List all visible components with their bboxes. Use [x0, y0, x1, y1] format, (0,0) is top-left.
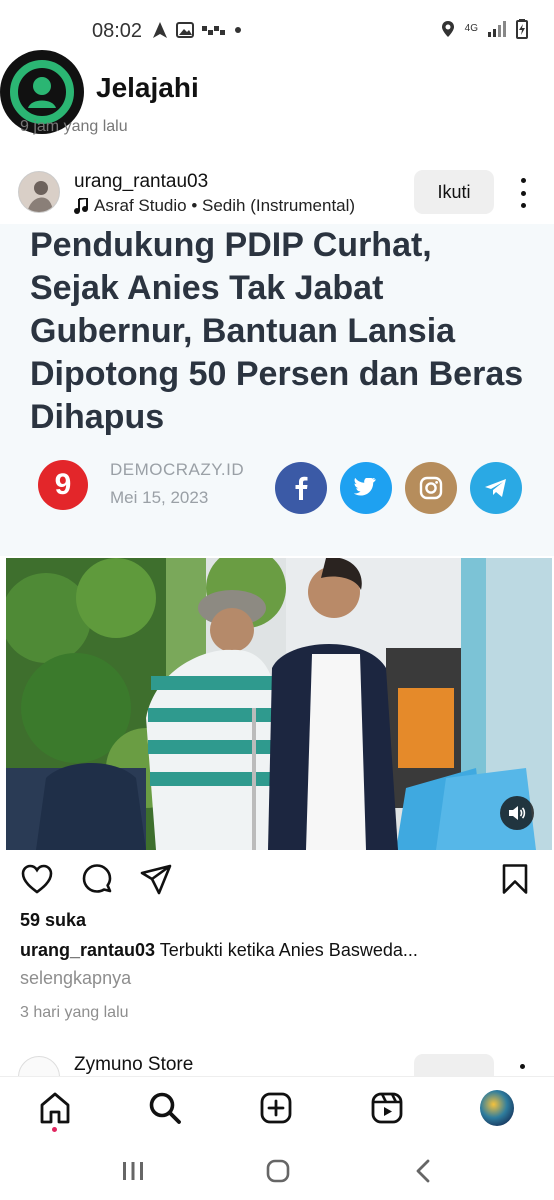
comment-icon[interactable] [80, 862, 114, 896]
bottom-tab-bar [0, 1076, 554, 1138]
article-headline: Pendukung PDIP Curhat, Sejak Anies Tak J… [30, 226, 524, 436]
tab-home[interactable] [38, 1091, 72, 1125]
notification-dot [52, 1127, 57, 1132]
next-post-username[interactable]: Zymuno Store [74, 1054, 193, 1076]
system-nav-bar [0, 1138, 554, 1200]
music-note-icon [74, 198, 88, 214]
avatar [480, 1090, 514, 1126]
instagram-icon [405, 462, 457, 514]
post-audio[interactable]: Asraf Studio • Sedih (Instrumental) [74, 196, 355, 216]
post-header: urang_rantau03 Asraf Studio • Sedih (Ins… [0, 160, 554, 222]
battery-icon [516, 19, 528, 39]
signal-icon [488, 21, 506, 37]
more-options-icon[interactable] [520, 1064, 525, 1069]
avatar-image [19, 172, 59, 212]
twitter-icon [340, 462, 392, 514]
post-caption: urang_rantau03 Terbukti ketika Anies Bas… [20, 940, 540, 961]
tab-search[interactable] [148, 1091, 182, 1125]
tab-profile[interactable] [480, 1090, 514, 1126]
image-icon [176, 22, 194, 38]
status-time: 08:02 [92, 20, 143, 42]
network-type-label: 4G [464, 23, 478, 34]
photo-image [6, 558, 552, 850]
tab-reels[interactable] [370, 1091, 404, 1125]
show-more-link[interactable]: selengkapnya [20, 968, 131, 989]
page-title: Jelajahi [96, 72, 199, 103]
caption-text: Terbukti ketika Anies Basweda... [155, 940, 418, 960]
caption-username[interactable]: urang_rantau03 [20, 940, 155, 960]
likes-count[interactable]: 59 suka [20, 910, 86, 931]
home-icon [40, 1092, 70, 1124]
article-screenshot: Pendukung PDIP Curhat, Sejak Anies Tak J… [0, 224, 554, 556]
publisher-logo: 9 [38, 460, 88, 510]
dots-pattern-icon [202, 26, 225, 35]
post-actions [0, 858, 554, 900]
next-post-header: Zymuno Store Ikuti [0, 1046, 554, 1076]
navigation-icon [153, 22, 167, 38]
location-icon [441, 21, 454, 37]
like-icon[interactable] [20, 862, 54, 896]
speaker-icon [509, 806, 526, 820]
post-username[interactable]: urang_rantau03 [74, 171, 208, 193]
home-nav-icon[interactable] [263, 1156, 293, 1186]
share-icon[interactable] [139, 862, 173, 896]
search-icon [149, 1092, 181, 1124]
post-media[interactable]: Pendukung PDIP Curhat, Sejak Anies Tak J… [0, 224, 554, 852]
article-date: Mei 15, 2023 [110, 488, 209, 507]
more-options-icon[interactable] [512, 178, 534, 208]
reels-icon [371, 1092, 403, 1124]
previous-post-time: 9 jam yang lalu [20, 118, 128, 135]
sound-toggle-button[interactable] [500, 796, 534, 830]
back-icon[interactable] [408, 1156, 438, 1186]
telegram-icon [470, 462, 522, 514]
avatar[interactable] [18, 171, 60, 213]
dot-icon [235, 27, 241, 33]
tab-create[interactable] [259, 1091, 293, 1125]
publisher-name: DEMOCRAZY.ID [110, 460, 245, 479]
plus-square-icon [260, 1092, 292, 1124]
recent-apps-icon[interactable] [118, 1156, 148, 1186]
post-photo [6, 558, 552, 850]
audio-label: Asraf Studio • Sedih (Instrumental) [94, 196, 356, 215]
follow-button[interactable]: Ikuti [414, 170, 494, 214]
bookmark-icon[interactable] [498, 862, 532, 896]
facebook-icon [275, 462, 327, 514]
follow-button[interactable]: Ikuti [414, 1054, 494, 1076]
avatar[interactable] [18, 1056, 60, 1076]
post-time: 3 hari yang lalu [20, 1004, 129, 1021]
